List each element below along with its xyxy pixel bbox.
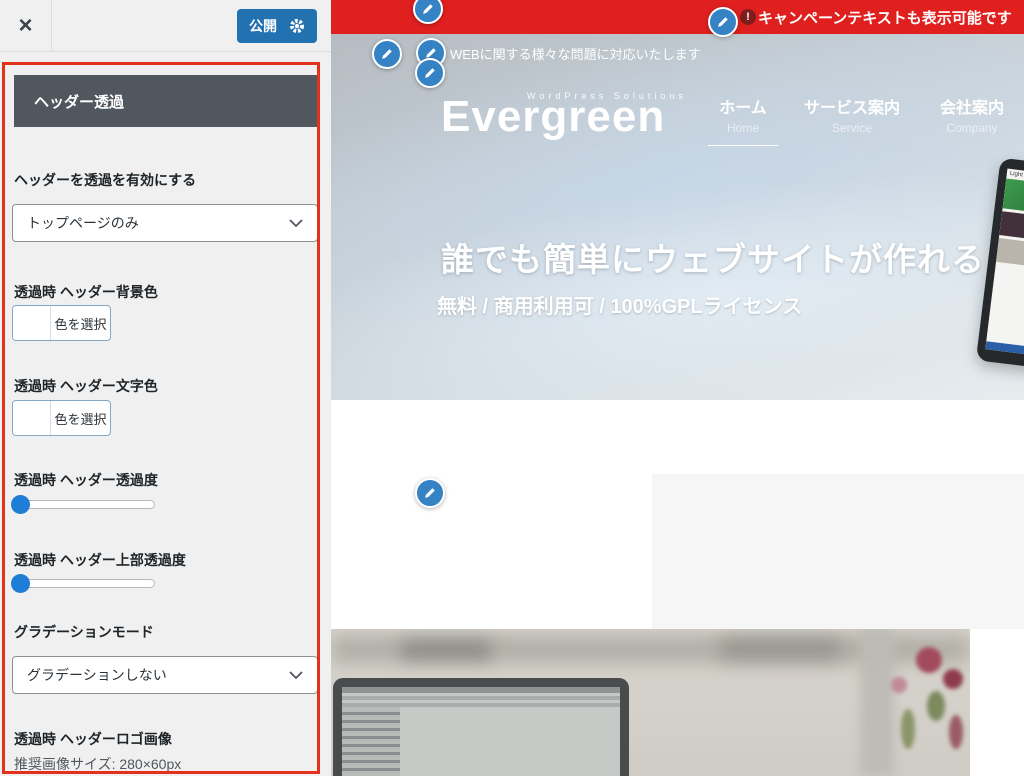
select-value: グラデーションしない <box>27 665 167 685</box>
photo-laptop <box>333 678 629 776</box>
tablet-photo-image <box>996 238 1024 270</box>
logo-image-size-hint: 推奨画像サイズ: 280×60px <box>14 754 181 774</box>
site-logo[interactable]: Evergreen <box>441 92 665 142</box>
nav-sublabel: Company <box>922 121 1022 135</box>
customizer-topbar: × 公開 <box>0 0 331 52</box>
photo-leaves <box>927 691 945 721</box>
control-label-gradation-mode: グラデーションモード <box>14 622 154 642</box>
edit-section-pencil-icon[interactable] <box>415 478 445 508</box>
warning-icon: ! <box>740 9 756 25</box>
publish-settings-gear-icon[interactable] <box>289 18 305 34</box>
top-opacity-slider[interactable] <box>12 579 155 588</box>
opacity-slider[interactable] <box>12 500 155 509</box>
publish-button[interactable]: 公開 <box>249 16 277 36</box>
bottom-photo-section <box>331 629 970 776</box>
campaign-text: キャンペーンテキストも表示可能です <box>758 0 1012 34</box>
gradation-mode-select[interactable]: グラデーションしない <box>12 656 318 694</box>
nav-item-home[interactable]: ホーム Home <box>708 94 778 135</box>
hero-subtitle: 無料 / 商用利用可 / 100%GPLライセンス <box>437 290 802 319</box>
control-label-text-color: 透過時 ヘッダー文字色 <box>14 376 158 396</box>
photo-laptop-screen <box>342 687 620 776</box>
color-picker-label: 色を選択 <box>51 306 110 340</box>
top-opacity-slider-thumb[interactable] <box>11 574 30 593</box>
nav-label: ホーム <box>708 94 778 118</box>
nav-item-service[interactable]: サービス案内 Service <box>802 94 902 135</box>
header-tagline: WEBに関する様々な問題に対応いたします <box>450 44 701 63</box>
edit-logo-pencil-icon[interactable] <box>372 39 402 69</box>
section-title-header-transparency[interactable]: ヘッダー透過 <box>14 75 317 127</box>
active-nav-underline <box>708 145 778 146</box>
color-swatch <box>13 306 51 340</box>
nav-sublabel: Service <box>802 121 902 135</box>
customizer-sidebar: × 公開 ヘッダー透過 ヘッダーを透過を有効にする トップページのみ 透過時 ヘ… <box>0 0 331 776</box>
photo-flower <box>916 647 942 673</box>
bg-color-picker-button[interactable]: 色を選択 <box>12 305 111 341</box>
close-customizer-button[interactable]: × <box>0 0 52 51</box>
nav-item-company[interactable]: 会社案内 Company <box>922 94 1022 135</box>
content-gray-panel <box>652 474 1024 629</box>
edit-campaign-pencil-icon[interactable] <box>708 7 738 37</box>
publish-button-group[interactable]: 公開 <box>237 9 317 43</box>
text-color-picker-button[interactable]: 色を選択 <box>12 400 111 436</box>
control-label-enable-transparency: ヘッダーを透過を有効にする <box>14 170 196 190</box>
photo-blurred-pole <box>860 629 894 776</box>
hero-title: 誰でも簡単にウェブサイトが作れる <box>441 233 985 281</box>
nav-sublabel: Home <box>708 121 778 135</box>
control-label-bg-color: 透過時 ヘッダー背景色 <box>14 282 158 302</box>
section-title-label: ヘッダー透過 <box>34 91 124 112</box>
chevron-down-icon <box>289 219 303 228</box>
photo-flower <box>949 715 963 749</box>
tablet-footer-bar <box>985 341 1024 357</box>
edit-site-title-pencil-icon[interactable] <box>415 58 445 88</box>
photo-leaves <box>901 709 915 749</box>
photo-blur-background <box>401 639 491 661</box>
color-picker-label: 色を選択 <box>51 401 110 435</box>
photo-flower <box>891 677 907 693</box>
control-label-logo-image: 透過時 ヘッダーロゴ画像 <box>14 729 172 749</box>
nav-label: 会社案内 <box>922 94 1022 118</box>
close-icon: × <box>18 12 32 40</box>
nav-label: サービス案内 <box>802 94 902 118</box>
color-swatch <box>13 401 51 435</box>
hero-header: WEBに関する様々な問題に対応いたします WordPress Solutions… <box>331 34 1024 400</box>
enable-transparency-select[interactable]: トップページのみ <box>12 204 318 242</box>
site-preview: ! キャンペーンテキストも表示可能です WEBに関する様々な問題に対応いたします… <box>331 0 1024 776</box>
opacity-slider-thumb[interactable] <box>11 495 30 514</box>
chevron-down-icon <box>289 671 303 680</box>
photo-flower <box>943 669 963 689</box>
photo-blur-background <box>721 637 841 661</box>
control-label-opacity: 透過時 ヘッダー透過度 <box>14 470 158 490</box>
control-label-top-opacity: 透過時 ヘッダー上部透過度 <box>14 550 186 570</box>
select-value: トップページのみ <box>27 213 139 233</box>
